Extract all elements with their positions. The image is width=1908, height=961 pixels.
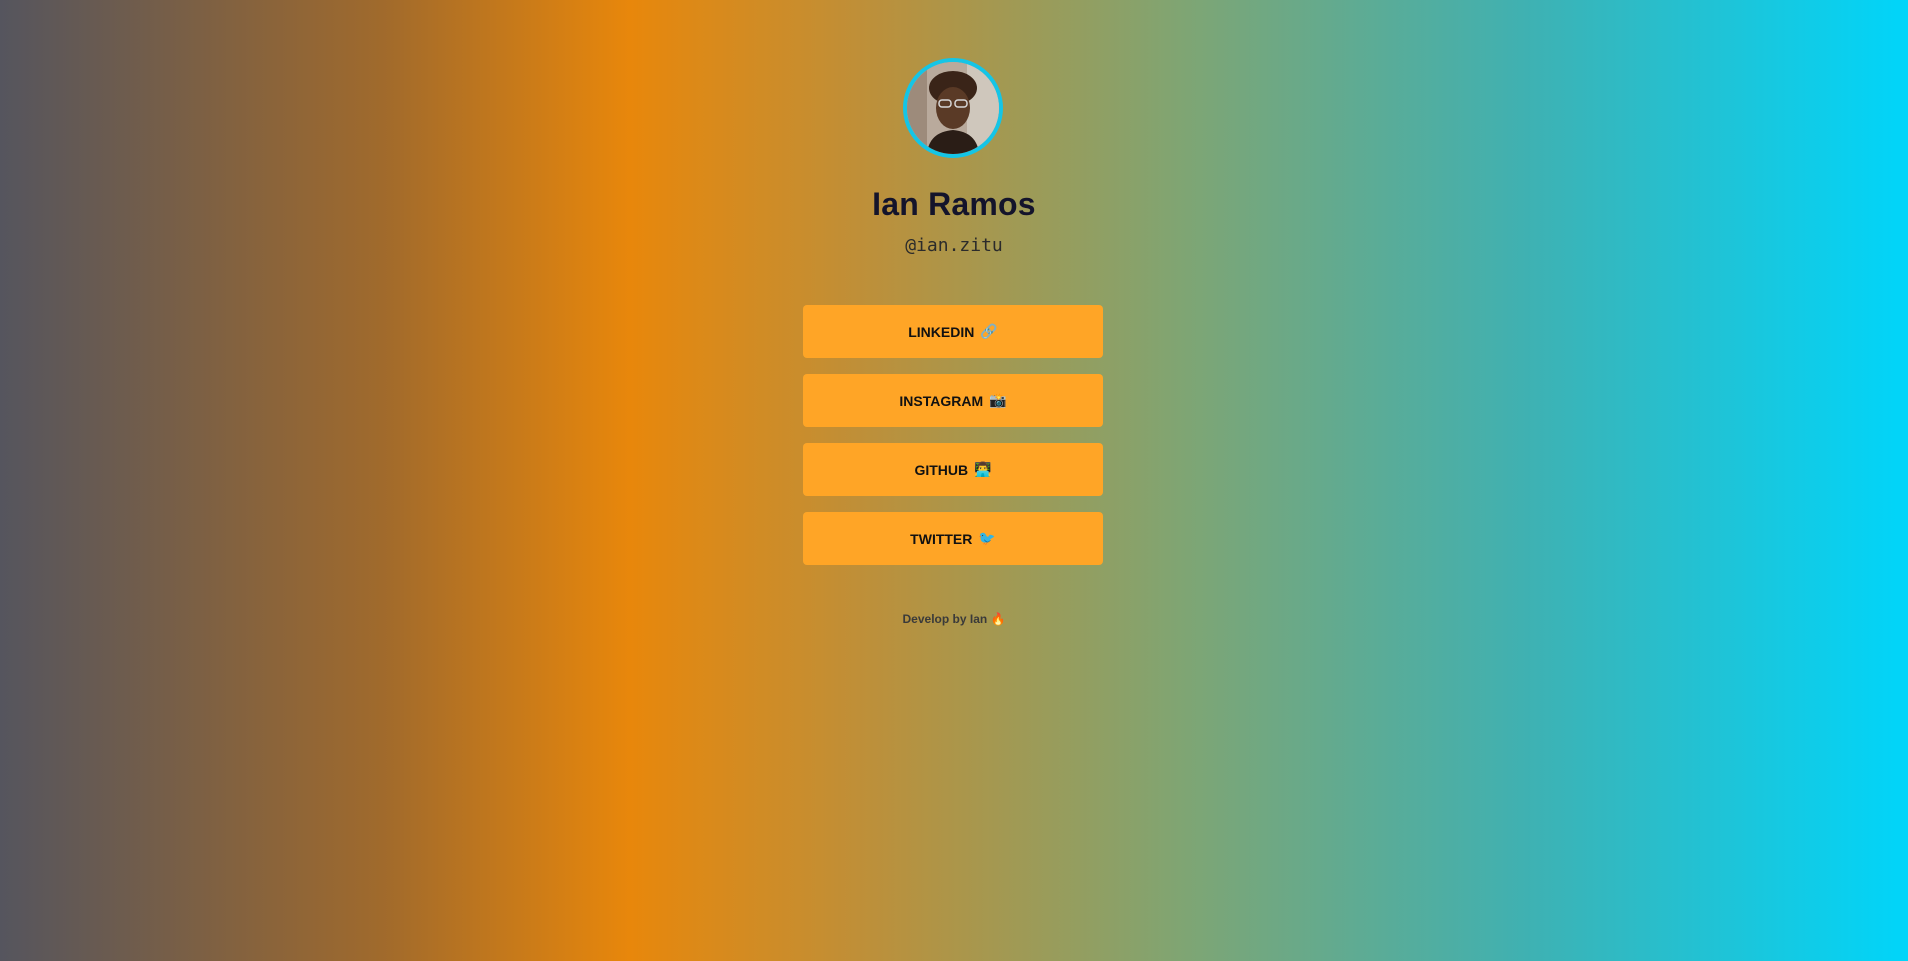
instagram-label: INSTAGRAM [899, 392, 984, 409]
profile-handle: @ian.zitu [905, 235, 1003, 256]
twitter-button[interactable]: TWITTER 🐦 [803, 512, 1103, 565]
twitter-label: TWITTER [910, 530, 973, 547]
technologist-icon: 👨‍💻 [974, 461, 992, 478]
footer-text: Develop by Ian [902, 612, 988, 626]
avatar [903, 58, 1003, 158]
link-icon: 🔗 [980, 323, 998, 340]
linkedin-button[interactable]: LINKEDIN 🔗 [803, 305, 1103, 358]
footer-credit: Develop by Ian 🔥 [0, 612, 1908, 626]
linkedin-label: LINKEDIN [908, 323, 975, 340]
github-label: GITHUB [914, 461, 969, 478]
avatar-photo-icon [907, 62, 999, 154]
profile-page: Ian Ramos @ian.zitu LINKEDIN 🔗 INSTAGRAM… [0, 0, 1908, 961]
instagram-button[interactable]: INSTAGRAM 📸 [803, 374, 1103, 427]
fire-icon: 🔥 [990, 612, 1006, 626]
bird-icon: 🐦 [978, 530, 996, 547]
profile-name: Ian Ramos [872, 186, 1036, 222]
camera-icon: 📸 [989, 392, 1007, 409]
github-button[interactable]: GITHUB 👨‍💻 [803, 443, 1103, 496]
links-list: LINKEDIN 🔗 INSTAGRAM 📸 GITHUB 👨‍💻 TWITTE… [803, 305, 1103, 581]
